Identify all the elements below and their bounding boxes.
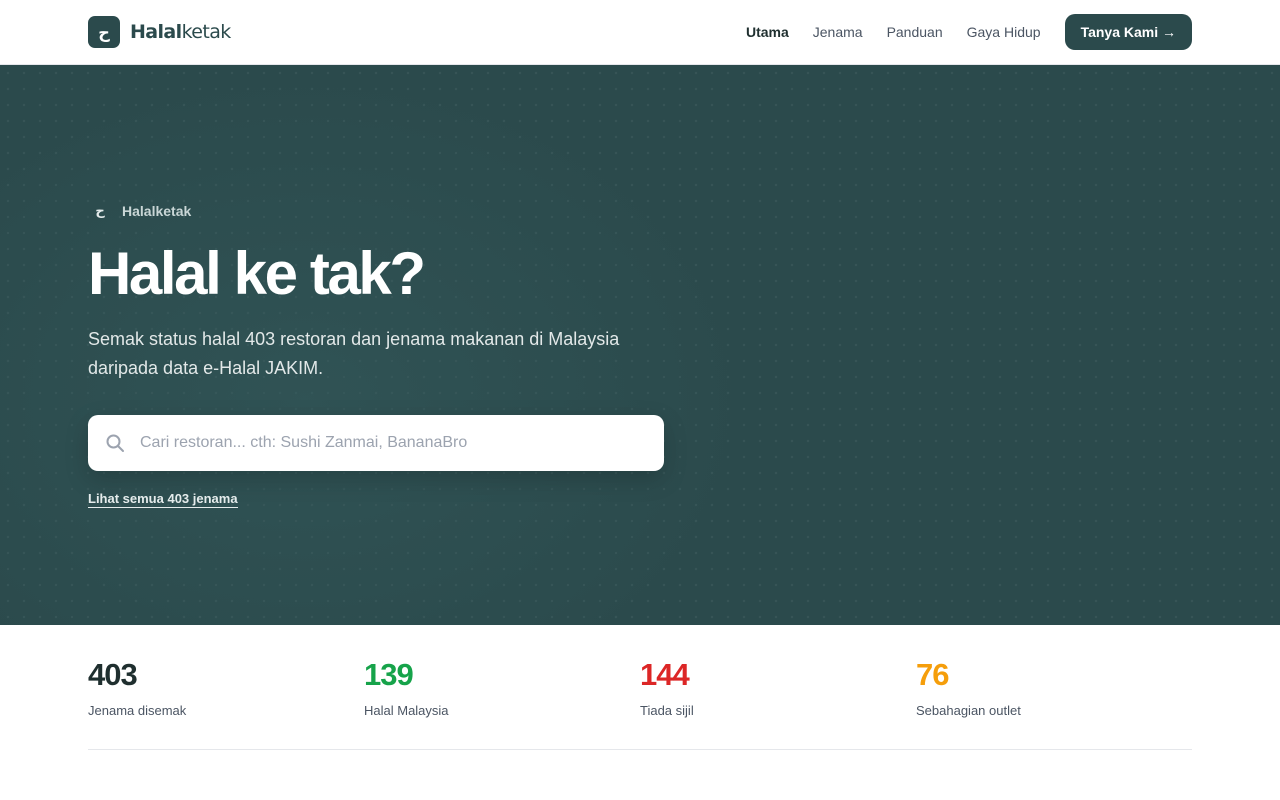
- top-navbar: ح Halalketak Utama Jenama Panduan Gaya H…: [0, 0, 1280, 65]
- kicker-logo-icon: ح: [95, 203, 105, 219]
- view-all-brands-link[interactable]: Lihat semua 403 jenama: [88, 491, 238, 508]
- stat-no-certificate: 144 Tiada sijil: [640, 625, 916, 749]
- navbar-inner: ح Halalketak Utama Jenama Panduan Gaya H…: [88, 0, 1192, 64]
- hero-kicker: ح Halalketak: [88, 201, 688, 221]
- stat-value: 144: [640, 657, 690, 692]
- main-nav: Utama Jenama Panduan Gaya Hidup Tanya Ka…: [722, 14, 1192, 50]
- search-box: [88, 415, 664, 471]
- stat-label: Halal Malaysia: [364, 703, 449, 718]
- stat-halal-malaysia: 139 Halal Malaysia: [364, 625, 640, 749]
- nav-link-panduan[interactable]: Panduan: [887, 24, 943, 40]
- stats-section: 403 Jenama disemak 139 Halal Malaysia 14…: [88, 625, 1192, 750]
- stat-label: Jenama disemak: [88, 703, 187, 718]
- brand-logo-link[interactable]: ح Halalketak: [88, 16, 231, 48]
- tanya-kami-button[interactable]: Tanya Kami →: [1064, 14, 1192, 50]
- stat-value: 76: [916, 657, 949, 692]
- nav-link-utama[interactable]: Utama: [746, 24, 789, 40]
- hero-title: Halal ke tak?: [88, 240, 426, 307]
- stat-label: Sebahagian outlet: [916, 703, 1021, 718]
- hero-description: Semak status halal 403 restoran dan jena…: [88, 329, 620, 378]
- brand-name: Halalketak: [130, 21, 231, 43]
- stat-partial-outlets: 76 Sebahagian outlet: [916, 625, 1192, 749]
- brand-name-light: ketak: [181, 21, 232, 43]
- kicker-text: Halalketak: [122, 203, 192, 219]
- stat-label: Tiada sijil: [640, 703, 694, 718]
- search-input[interactable]: [140, 415, 664, 471]
- hero-content: ح Halalketak Halal ke tak? Semak status …: [88, 201, 688, 508]
- logo-icon: ح: [88, 16, 120, 48]
- brand-name-bold: Halal: [130, 21, 182, 43]
- stat-brands-checked: 403 Jenama disemak: [88, 625, 364, 749]
- hero-section: ح Halalketak Halal ke tak? Semak status …: [0, 65, 1280, 625]
- nav-link-jenama[interactable]: Jenama: [813, 24, 863, 40]
- nav-link-gaya-hidup[interactable]: Gaya Hidup: [967, 24, 1041, 40]
- search-icon: [88, 433, 140, 453]
- stat-value: 403: [88, 657, 138, 692]
- stat-value: 139: [364, 657, 414, 692]
